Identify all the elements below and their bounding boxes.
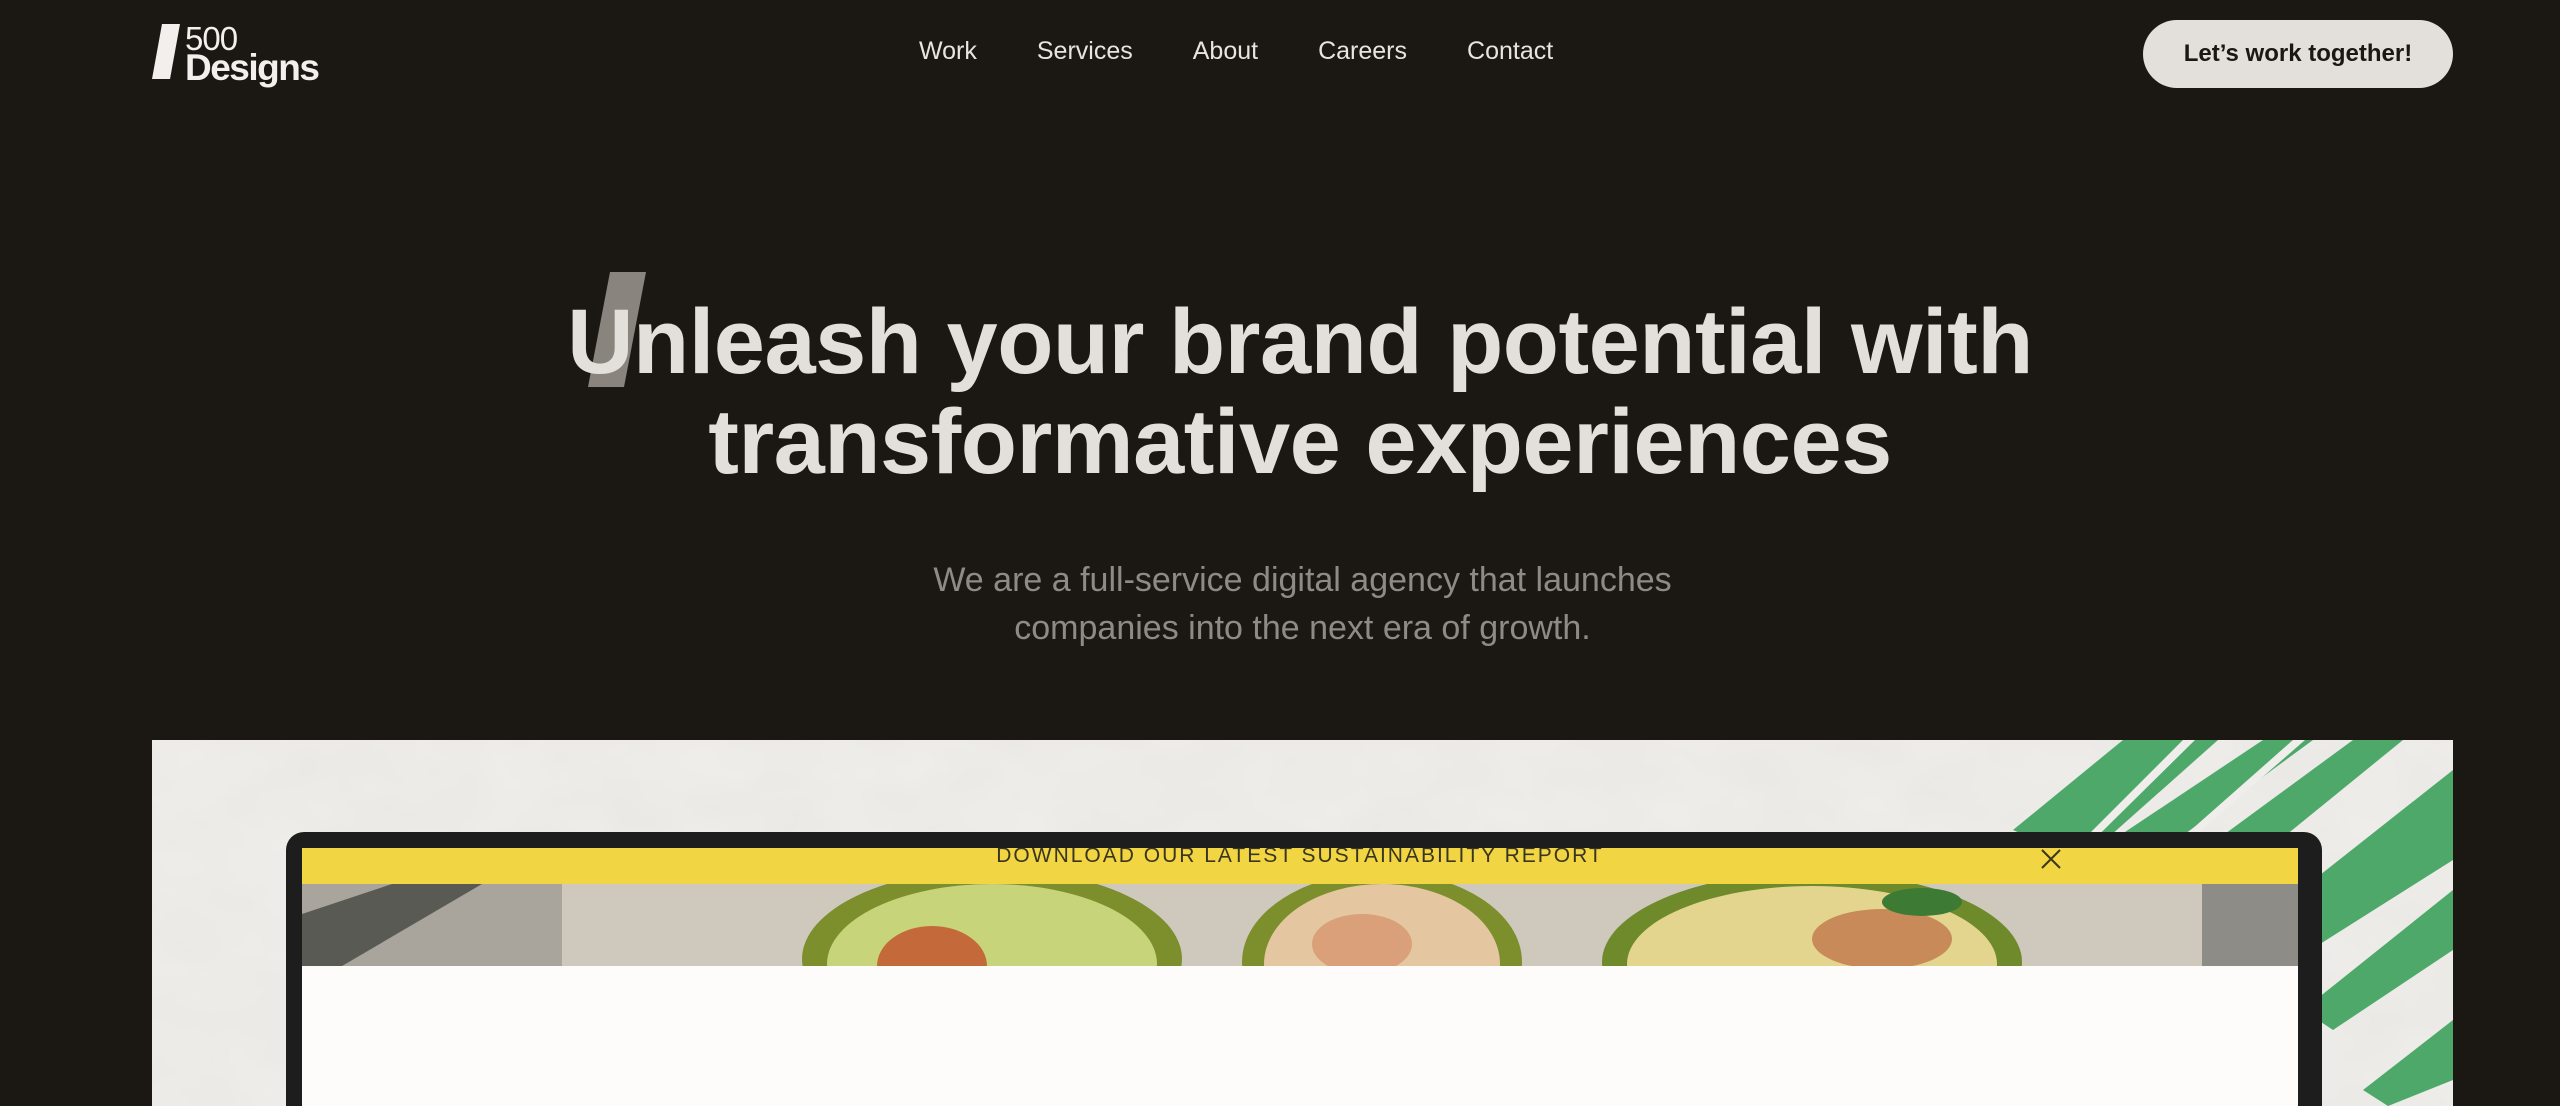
logo-slash-icon [152,24,180,79]
hero-subtitle: We are a full-service digital agency tha… [933,561,1672,647]
announcement-banner[interactable]: DOWNLOAD OUR LATEST SUSTAINABILITY REPOR… [302,848,2298,884]
laptop-mockup: DOWNLOAD OUR LATEST SUSTAINABILITY REPOR… [286,832,2322,1106]
hero-title: Unleash your brand potential with transf… [567,291,2033,493]
page: 500 Designs Work Services About Careers … [0,0,2560,1106]
lets-work-together-button[interactable]: Let’s work together! [2143,20,2453,88]
nav-careers[interactable]: Careers [1318,34,1407,68]
nav-about[interactable]: About [1193,34,1258,68]
logo-word: Designs [185,47,320,88]
logo[interactable]: 500 Designs [152,22,322,88]
banner-text: DOWNLOAD OUR LATEST SUSTAINABILITY REPOR… [996,848,1604,867]
main-nav: Work Services About Careers Contact [919,34,1553,68]
nav-work[interactable]: Work [919,34,977,68]
laptop-screen: DOWNLOAD OUR LATEST SUSTAINABILITY REPOR… [302,848,2298,1106]
nav-contact[interactable]: Contact [1467,34,1553,68]
close-icon[interactable] [2040,848,2062,870]
food-photo [302,884,2298,966]
nav-services[interactable]: Services [1037,34,1133,68]
showcase-image: DOWNLOAD OUR LATEST SUSTAINABILITY REPOR… [152,740,2453,1106]
